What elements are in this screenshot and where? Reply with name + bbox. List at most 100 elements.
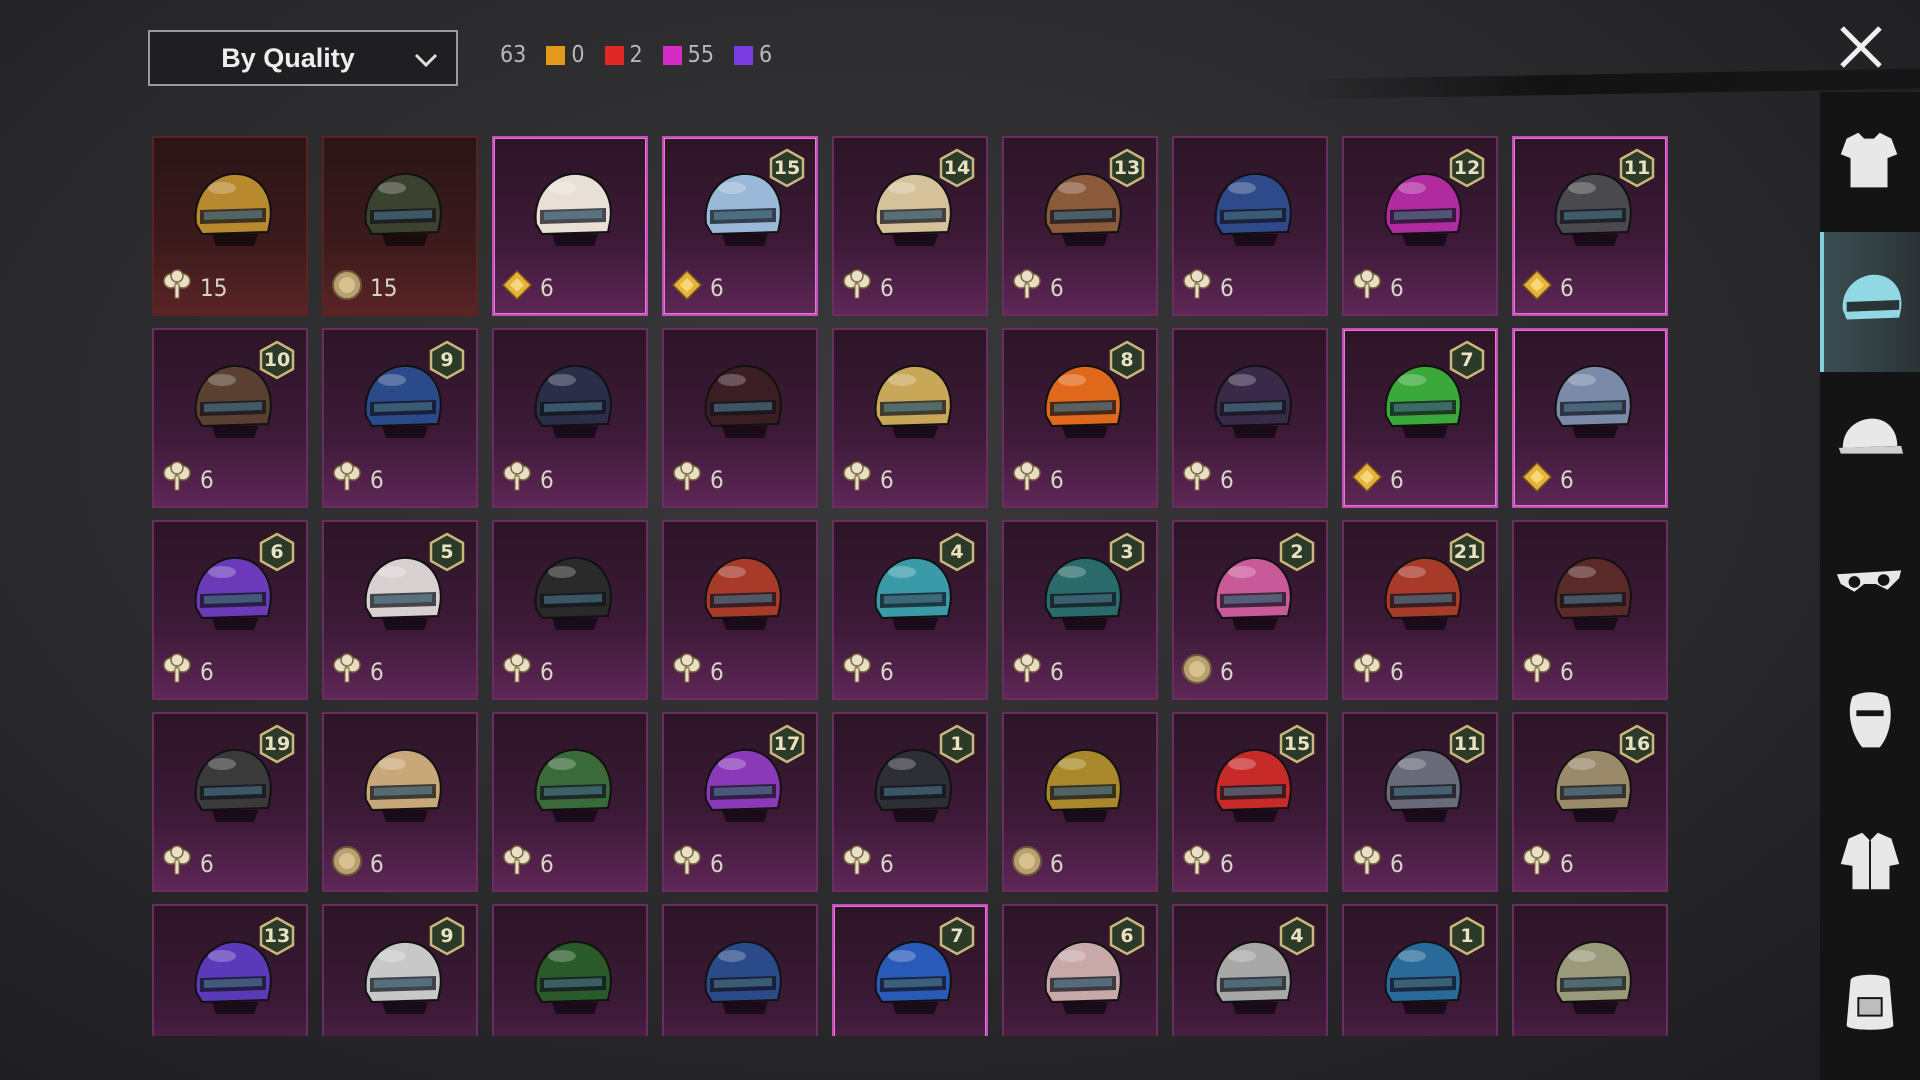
item-tile[interactable]: 16 6 [1512, 712, 1668, 892]
top-bar: By Quality 63 0 2 55 6 [0, 0, 1920, 110]
diamond-icon [1350, 460, 1384, 500]
item-tile[interactable]: 26 [1172, 520, 1328, 700]
item-tile[interactable]: 66 [152, 520, 308, 700]
item-tile[interactable] [492, 904, 648, 1036]
eyewear-tab[interactable] [1820, 512, 1920, 652]
item-tile[interactable]: 6 [492, 712, 648, 892]
count-orange-value: 0 [571, 42, 585, 68]
item-tile[interactable]: 15 [322, 136, 478, 316]
count-pink-value: 55 [687, 42, 714, 68]
item-cost-value: 6 [1050, 466, 1064, 494]
item-tile[interactable] [1512, 904, 1668, 1036]
item-tile[interactable]: 76 [1342, 328, 1498, 508]
item-tile[interactable]: 6 [662, 328, 818, 508]
clover-icon [840, 844, 874, 884]
level-badge-value: 7 [950, 925, 964, 947]
glasses-icon [1836, 570, 1902, 592]
level-badge-value: 19 [263, 733, 291, 755]
item-tile[interactable]: 11 6 [1342, 712, 1498, 892]
item-tile[interactable]: 6 [1512, 520, 1668, 700]
close-button[interactable] [1836, 22, 1886, 72]
item-cost-value: 6 [200, 466, 214, 494]
level-badge: 14 [938, 148, 976, 188]
item-tile[interactable]: 19 6 [152, 712, 308, 892]
hat-tab[interactable] [1820, 372, 1920, 512]
level-badge: 1 [1448, 916, 1486, 956]
item-tile[interactable]: 15 6 [1172, 712, 1328, 892]
item-tile[interactable]: 36 [1002, 520, 1158, 700]
item-tile[interactable]: 9 [322, 904, 478, 1036]
item-tile[interactable]: 15 [152, 136, 308, 316]
item-tile[interactable]: 96 [322, 328, 478, 508]
level-badge-value: 13 [1113, 157, 1141, 179]
item-cost-value: 6 [1560, 466, 1574, 494]
coin-icon [330, 844, 364, 884]
helmet-image [1202, 160, 1302, 260]
level-badge: 13 [258, 916, 296, 956]
item-tile[interactable]: 6 [1512, 328, 1668, 508]
item-cost: 6 [500, 460, 554, 500]
item-tile[interactable]: 17 6 [662, 712, 818, 892]
item-tile[interactable]: 6 [832, 328, 988, 508]
item-tile[interactable]: 6 [1172, 136, 1328, 316]
item-tile[interactable]: 6 [322, 712, 478, 892]
item-tile[interactable]: 21 6 [1342, 520, 1498, 700]
category-sidebar [1820, 92, 1920, 1080]
item-tile[interactable] [662, 904, 818, 1036]
outfit-tab[interactable] [1820, 92, 1920, 232]
count-purple: 6 [734, 42, 772, 68]
item-tile[interactable]: 56 [322, 520, 478, 700]
item-cost: 15 [330, 268, 397, 308]
item-cost: 6 [840, 268, 894, 308]
level-badge: 6 [1108, 916, 1146, 956]
item-tile[interactable]: 11 6 [1512, 136, 1668, 316]
item-tile[interactable]: 16 [832, 712, 988, 892]
count-red-value: 2 [629, 42, 643, 68]
clover-icon [1350, 652, 1384, 692]
item-tile[interactable]: 6 [1002, 712, 1158, 892]
item-tile[interactable]: 46 [832, 520, 988, 700]
helmet-image [1032, 736, 1132, 836]
item-tile[interactable]: 15 6 [662, 136, 818, 316]
item-cost: 6 [670, 844, 724, 884]
level-badge-value: 2 [1290, 541, 1304, 563]
mask-tab[interactable] [1820, 652, 1920, 792]
level-badge-value: 15 [773, 157, 801, 179]
item-tile[interactable]: 4 [1172, 904, 1328, 1036]
helmet-image [692, 928, 792, 1028]
item-tile[interactable]: 6 [662, 520, 818, 700]
item-tile[interactable]: 86 [1002, 328, 1158, 508]
item-tile[interactable]: 6 [492, 136, 648, 316]
helmet-image [522, 544, 622, 644]
item-cost-value: 6 [540, 850, 554, 878]
cap-icon [1838, 418, 1904, 454]
item-tile[interactable]: 7 [832, 904, 988, 1036]
item-cost: 6 [840, 652, 894, 692]
item-tile[interactable]: 10 6 [152, 328, 308, 508]
top-tab[interactable] [1820, 792, 1920, 932]
level-badge: 16 [1618, 724, 1656, 764]
item-cost-value: 6 [1560, 850, 1574, 878]
clover-icon [1350, 268, 1384, 308]
sort-dropdown[interactable]: By Quality [148, 30, 458, 86]
item-tile[interactable]: 12 6 [1342, 136, 1498, 316]
item-cost-value: 6 [710, 274, 724, 302]
item-cost-value: 6 [1560, 274, 1574, 302]
item-tile[interactable]: 6 [492, 520, 648, 700]
clover-icon [330, 652, 364, 692]
backpack-tab[interactable] [1820, 932, 1920, 1072]
item-tile[interactable]: 13 6 [1002, 136, 1158, 316]
item-tile[interactable]: 13 [152, 904, 308, 1036]
item-tile[interactable]: 6 [1002, 904, 1158, 1036]
level-badge: 4 [1278, 916, 1316, 956]
item-cost-value: 6 [1220, 274, 1234, 302]
item-cost: 6 [1350, 844, 1404, 884]
backpack-icon [1846, 974, 1894, 1030]
item-tile[interactable]: 6 [1172, 328, 1328, 508]
item-tile[interactable]: 1 [1342, 904, 1498, 1036]
level-badge: 17 [768, 724, 806, 764]
item-tile[interactable]: 14 6 [832, 136, 988, 316]
level-badge-value: 6 [270, 541, 284, 563]
item-tile[interactable]: 6 [492, 328, 648, 508]
helmet-tab[interactable] [1820, 232, 1920, 372]
